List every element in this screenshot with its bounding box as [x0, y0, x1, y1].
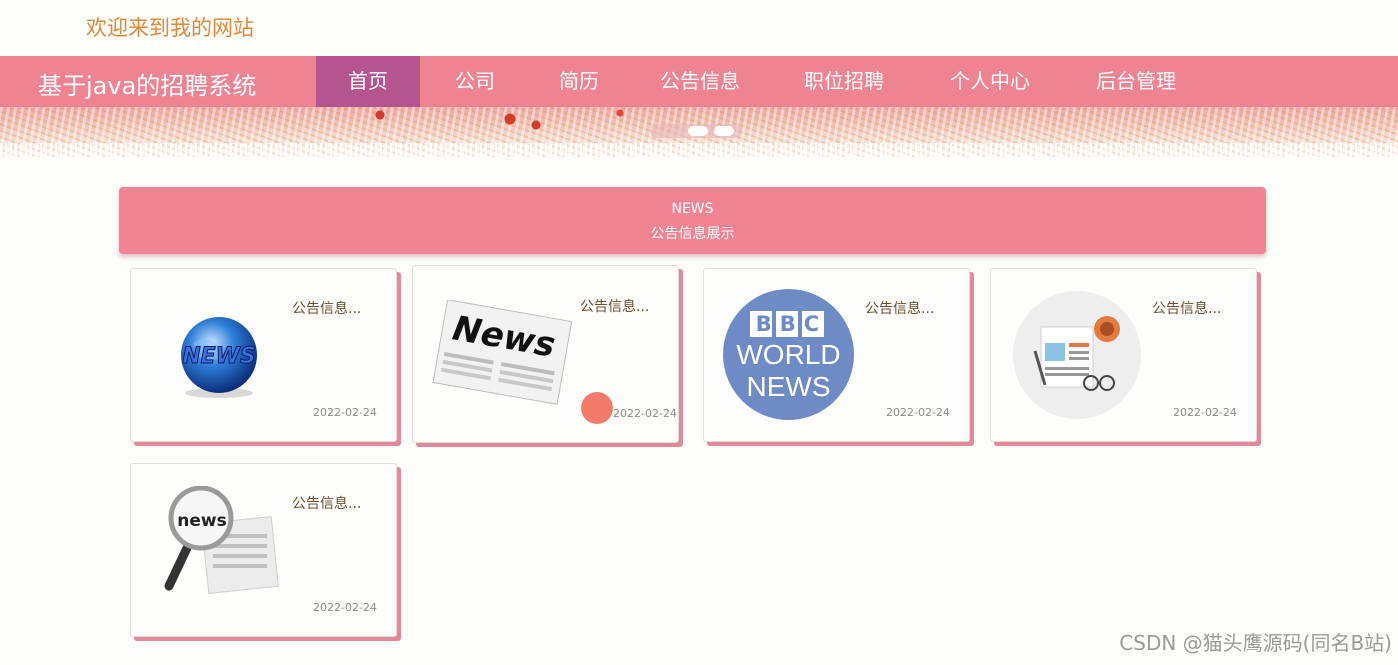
carousel-dot[interactable]: [688, 126, 708, 136]
card-date: 2022-02-24: [1173, 406, 1237, 419]
nav-item-label: 个人中心: [950, 69, 1030, 93]
news-section-header: NEWS 公告信息展示: [119, 187, 1266, 254]
news-globe-icon: NEWS: [181, 317, 257, 398]
top-bar: 欢迎来到我的网站: [0, 0, 1398, 56]
card-title: 公告信息...: [292, 301, 362, 317]
section-title-en: NEWS: [671, 201, 714, 217]
nav-item-company[interactable]: 公司: [436, 56, 514, 107]
news-card[interactable]: news 公告信息... 2022-02-24: [130, 463, 397, 637]
watermark: CSDN @猫头鹰源码(同名B站): [1119, 631, 1392, 655]
card-date: 2022-02-24: [613, 407, 677, 420]
nav-item-announcements[interactable]: 公告信息: [650, 56, 750, 107]
svg-text:NEWS: NEWS: [182, 344, 256, 369]
news-card[interactable]: News 公告信息... 2022-02-24: [412, 265, 679, 443]
site-brand: 基于java的招聘系统: [38, 72, 257, 100]
nav-item-label: 公司: [455, 69, 495, 93]
card-date: 2022-02-24: [886, 406, 950, 419]
nav-item-admin[interactable]: 后台管理: [1086, 56, 1186, 107]
banner-carousel: [0, 107, 1398, 157]
newspaper-icon: News: [432, 300, 573, 405]
news-card[interactable]: BBC WORLD NEWS 公告信息... 2022-02-24: [703, 268, 970, 442]
news-card[interactable]: NEWS 公告信息... 2022-02-24: [130, 268, 397, 442]
section-title-cn: 公告信息展示: [650, 226, 735, 242]
nav-item-label: 职位招聘: [804, 69, 884, 93]
nav-item-personal-center[interactable]: 个人中心: [940, 56, 1040, 107]
card-date: 2022-02-24: [313, 406, 377, 419]
nav-bar: 基于java的招聘系统 首页 公司 简历 公告信息 职位招聘 个人中心 后台管理: [0, 56, 1398, 107]
welcome-text: 欢迎来到我的网站: [86, 16, 254, 40]
nav-item-label: 简历: [559, 69, 599, 93]
nav-item-jobs[interactable]: 职位招聘: [794, 56, 894, 107]
news-desk-icon: [1013, 291, 1141, 419]
bbc-logo-text: BBC: [749, 311, 828, 337]
pointer-cursor-highlight: [581, 392, 613, 424]
logo-news-text: NEWS: [746, 371, 831, 402]
bbc-world-news-logo: BBC WORLD NEWS: [723, 289, 854, 420]
card-title: 公告信息...: [1152, 301, 1222, 317]
card-title: 公告信息...: [580, 299, 650, 315]
news-card[interactable]: 公告信息... 2022-02-24: [990, 268, 1257, 442]
card-date: 2022-02-24: [313, 601, 377, 614]
magnifier-news-icon: news: [164, 486, 280, 595]
nav-item-label: 首页: [348, 69, 388, 93]
nav-item-resume[interactable]: 简历: [540, 56, 618, 107]
nav-item-label: 后台管理: [1096, 69, 1176, 93]
card-title: 公告信息...: [292, 496, 362, 512]
svg-text:news: news: [177, 511, 226, 531]
nav-item-home[interactable]: 首页: [316, 56, 420, 107]
carousel-indicators: [650, 124, 742, 138]
logo-world-text: WORLD: [736, 339, 841, 370]
card-title: 公告信息...: [865, 301, 935, 317]
nav-item-label: 公告信息: [660, 69, 740, 93]
carousel-dot[interactable]: [714, 126, 734, 136]
